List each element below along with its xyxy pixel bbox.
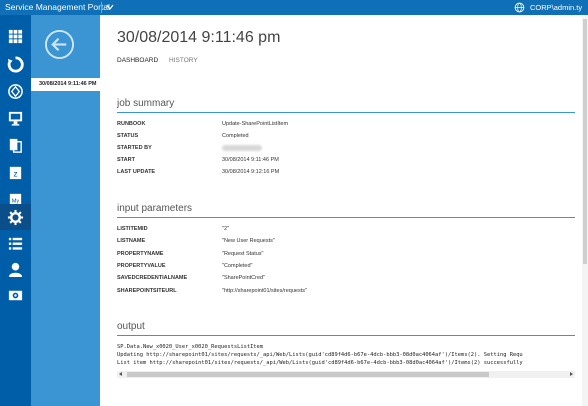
selected-job-label: 30/08/2014 9:11:46 PM — [39, 81, 97, 87]
input-parameters-heading: input parameters — [117, 203, 193, 214]
navigation-rail: z My — [0, 15, 31, 406]
output-heading: output — [117, 321, 145, 332]
tab-history[interactable]: HISTORY — [169, 56, 198, 65]
summary-value: 30/08/2014 9:11:46 PM — [222, 157, 279, 163]
output-rule — [117, 335, 575, 336]
job-summary-rule — [117, 112, 575, 113]
summary-key: LAST UPDATE — [117, 169, 156, 175]
output-line: SP.Data.New_x0020_User_x0020_RequestsLis… — [117, 344, 264, 350]
param-key: LISTITEMID — [117, 226, 148, 232]
param-key: PROPERTYVALUE — [117, 263, 166, 269]
output-log[interactable]: SP.Data.New_x0020_User_x0020_RequestsLis… — [117, 343, 575, 369]
title-separator — [101, 2, 102, 13]
input-parameters-rule — [117, 217, 575, 218]
param-value: "SharePointCred" — [222, 275, 266, 281]
tab-dashboard[interactable]: DASHBOARD — [117, 56, 158, 65]
svg-text:z: z — [13, 168, 17, 178]
job-summary-heading: job summary — [117, 98, 175, 109]
network-nav[interactable] — [0, 78, 31, 104]
runbook-cycle-nav[interactable] — [0, 51, 31, 77]
scroll-left-arrow-icon[interactable] — [119, 372, 122, 376]
document-icon — [9, 138, 22, 153]
document-nav[interactable] — [0, 132, 31, 158]
summary-value: Completed — [222, 133, 249, 139]
portal-title[interactable]: Service Management Portal — [5, 1, 110, 14]
scrollbar-thumb[interactable] — [127, 372, 489, 377]
jobs-column: 30/08/2014 9:11:46 PM — [31, 15, 100, 406]
param-value: "Completed" — [222, 263, 253, 269]
chevron-down-icon[interactable] — [105, 1, 115, 13]
list-nav[interactable] — [0, 230, 31, 256]
param-key: LISTNAME — [117, 238, 146, 244]
param-value: "Request Status" — [222, 251, 264, 257]
settings-icon — [8, 290, 23, 300]
list-icon — [8, 237, 23, 250]
monitor-icon — [8, 111, 23, 126]
main-content: 30/08/2014 9:11:46 pm DASHBOARD HISTORY … — [100, 15, 582, 406]
user-nav[interactable] — [0, 256, 31, 282]
param-key: SAVEDCREDENTIALNAME — [117, 275, 188, 281]
param-value: "http://sharepoint01/sites/requests" — [222, 288, 307, 294]
svg-text:My: My — [12, 198, 20, 204]
top-bar: Service Management Portal CORP\admin.ty — [0, 0, 588, 15]
automation-nav[interactable] — [0, 204, 31, 230]
output-horizontal-scrollbar[interactable] — [117, 371, 575, 378]
tab-bar: DASHBOARD HISTORY — [117, 56, 207, 65]
back-arrow-icon[interactable] — [44, 29, 75, 60]
grid-icon — [8, 29, 23, 43]
output-line: List item http://sharepoint01/sites/requ… — [117, 360, 523, 366]
page-scrollbar-thumb[interactable] — [583, 19, 587, 264]
summary-key: START — [117, 157, 135, 163]
network-icon — [8, 83, 23, 99]
param-key: SHAREPOINTSITEURL — [117, 288, 177, 294]
monitor-nav[interactable] — [0, 105, 31, 131]
database-nav[interactable]: z — [0, 159, 31, 185]
user-account[interactable]: CORP\admin.ty — [530, 1, 582, 14]
selected-job-item[interactable]: 30/08/2014 9:11:46 PM — [31, 78, 100, 91]
summary-key: STARTED BY — [117, 145, 152, 151]
all-items-nav[interactable] — [0, 23, 31, 49]
runbook-cycle-icon — [7, 55, 24, 73]
page-title: 30/08/2014 9:11:46 pm — [117, 29, 281, 46]
summary-value: 30/08/2014 9:12:16 PM — [222, 169, 280, 175]
summary-key: RUNBOOK — [117, 121, 146, 127]
param-key: PROPERTYNAME — [117, 251, 164, 257]
redacted-value — [222, 144, 262, 152]
user-icon — [8, 262, 23, 277]
param-value: "New User Requests" — [222, 238, 275, 244]
output-line: Updating http://sharepoint01/sites/reque… — [117, 352, 523, 358]
page-vertical-scrollbar[interactable] — [582, 15, 588, 406]
settings-nav[interactable] — [0, 282, 31, 308]
globe-icon[interactable] — [514, 2, 525, 13]
automation-gear-icon — [7, 209, 24, 225]
database-icon: z — [9, 166, 22, 179]
scroll-right-arrow-icon[interactable] — [570, 372, 573, 376]
summary-value: Update-SharePointListItem — [222, 121, 289, 127]
summary-key: STATUS — [117, 133, 139, 139]
param-value: "2" — [222, 226, 229, 232]
